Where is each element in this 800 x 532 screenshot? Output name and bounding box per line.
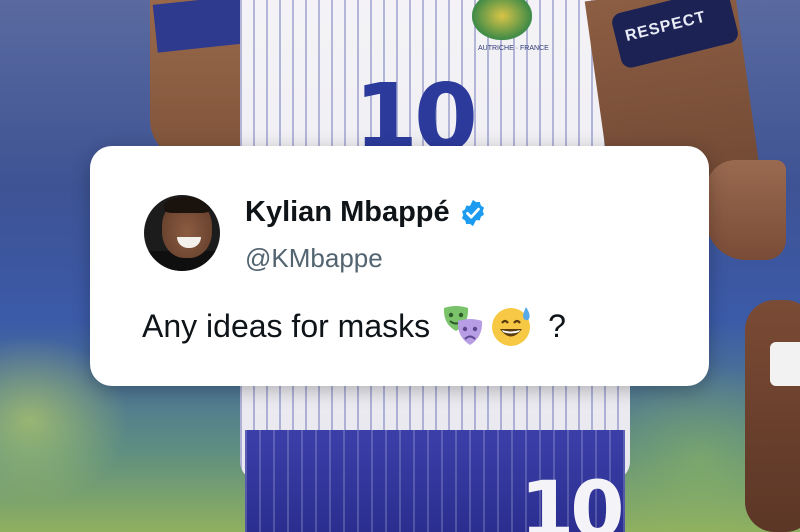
wristband [770, 342, 800, 386]
badge-caption: AUTRICHE · FRANCE [478, 45, 549, 52]
jersey-number-bottom: 10 [520, 466, 625, 532]
performing-arts-masks-icon [442, 304, 484, 348]
avatar[interactable] [144, 195, 220, 271]
tweet-card[interactable]: Kylian Mbappé @KMbappe Any ideas for mas… [90, 146, 709, 386]
author-handle[interactable]: @KMbappe [245, 243, 383, 274]
tweet-trailing-text: ? [548, 307, 566, 344]
jersey-badge [472, 0, 532, 40]
verified-badge-icon [458, 198, 488, 228]
tweet-body-text: Any ideas for masks [142, 307, 431, 344]
grinning-sweat-face-icon [490, 304, 534, 348]
player-hand [706, 160, 786, 260]
author-name[interactable]: Kylian Mbappé [245, 196, 450, 229]
armband-text: RESPECT [623, 8, 708, 45]
tweet-text: Any ideas for masks ? [142, 304, 566, 348]
author-row: Kylian Mbappé [245, 196, 488, 229]
player-leg [745, 300, 800, 532]
